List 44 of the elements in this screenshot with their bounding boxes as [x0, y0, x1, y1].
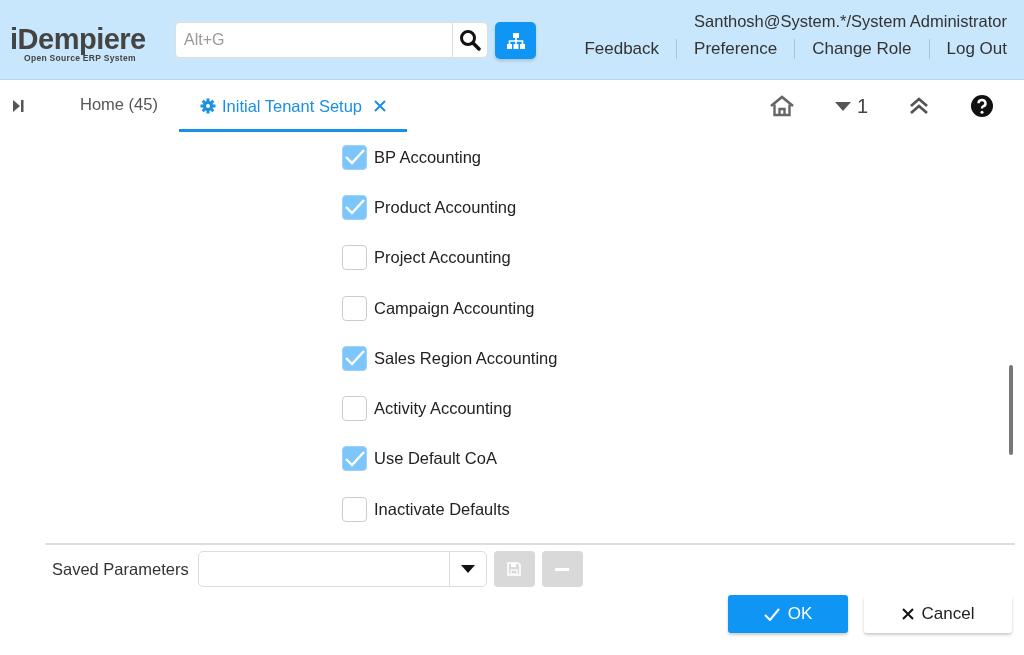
header-link[interactable]: Feedback [584, 39, 660, 59]
checkbox-label: Product Accounting [374, 197, 517, 217]
gear-icon [199, 98, 216, 114]
search-icon [459, 29, 481, 51]
caret-icon [460, 565, 475, 573]
sitemap-icon [505, 31, 526, 50]
close-icon[interactable] [374, 100, 386, 112]
checkbox-label: Sales Region Accounting [374, 348, 558, 368]
header-link[interactable]: Preference [694, 39, 778, 59]
cancel-button[interactable]: Cancel [864, 595, 1012, 633]
checkbox[interactable] [342, 245, 367, 271]
expand-panel-icon[interactable] [13, 99, 24, 113]
checkbox[interactable] [342, 496, 367, 522]
checkbox-label: Project Accounting [374, 248, 511, 268]
minus-icon [555, 567, 570, 571]
window-dropdown[interactable]: 1 [834, 94, 868, 118]
collapse-up-icon[interactable] [908, 97, 930, 115]
help-icon[interactable] [970, 94, 994, 118]
scrollbar-thumb[interactable] [1009, 365, 1013, 455]
header-link[interactable]: Change Role [812, 39, 912, 59]
search-button[interactable] [452, 22, 488, 58]
saved-parameters-dropdown[interactable] [197, 551, 487, 587]
checkbox-label: BP Accounting [374, 147, 482, 167]
checkbox[interactable] [342, 345, 367, 371]
user-role-text: Santhosh@System.*/System Administrator [694, 12, 1007, 31]
close-icon [901, 608, 914, 620]
checkbox[interactable] [342, 194, 367, 220]
checkbox[interactable] [342, 295, 367, 321]
checkbox[interactable] [342, 144, 367, 170]
saved-parameters-label: Saved Parameters [52, 559, 189, 579]
search-field[interactable]: Alt+G [175, 22, 452, 58]
checkbox[interactable] [342, 396, 367, 422]
tab[interactable]: Home (45) [59, 80, 179, 132]
logo-wordmark: iDempiere [10, 25, 147, 53]
checkbox-label: Inactivate Defaults [374, 499, 510, 519]
checkbox[interactable] [342, 446, 367, 472]
checkbox-label: Activity Accounting [374, 399, 512, 419]
caret-icon [834, 101, 851, 111]
checkbox-label: Use Default CoA [374, 449, 497, 469]
header-link[interactable]: Log Out [946, 39, 1007, 59]
home-icon[interactable] [768, 95, 795, 117]
sitemap-button[interactable] [495, 22, 536, 59]
checkbox-label: Campaign Accounting [374, 298, 535, 318]
checkmark-icon [763, 607, 780, 621]
